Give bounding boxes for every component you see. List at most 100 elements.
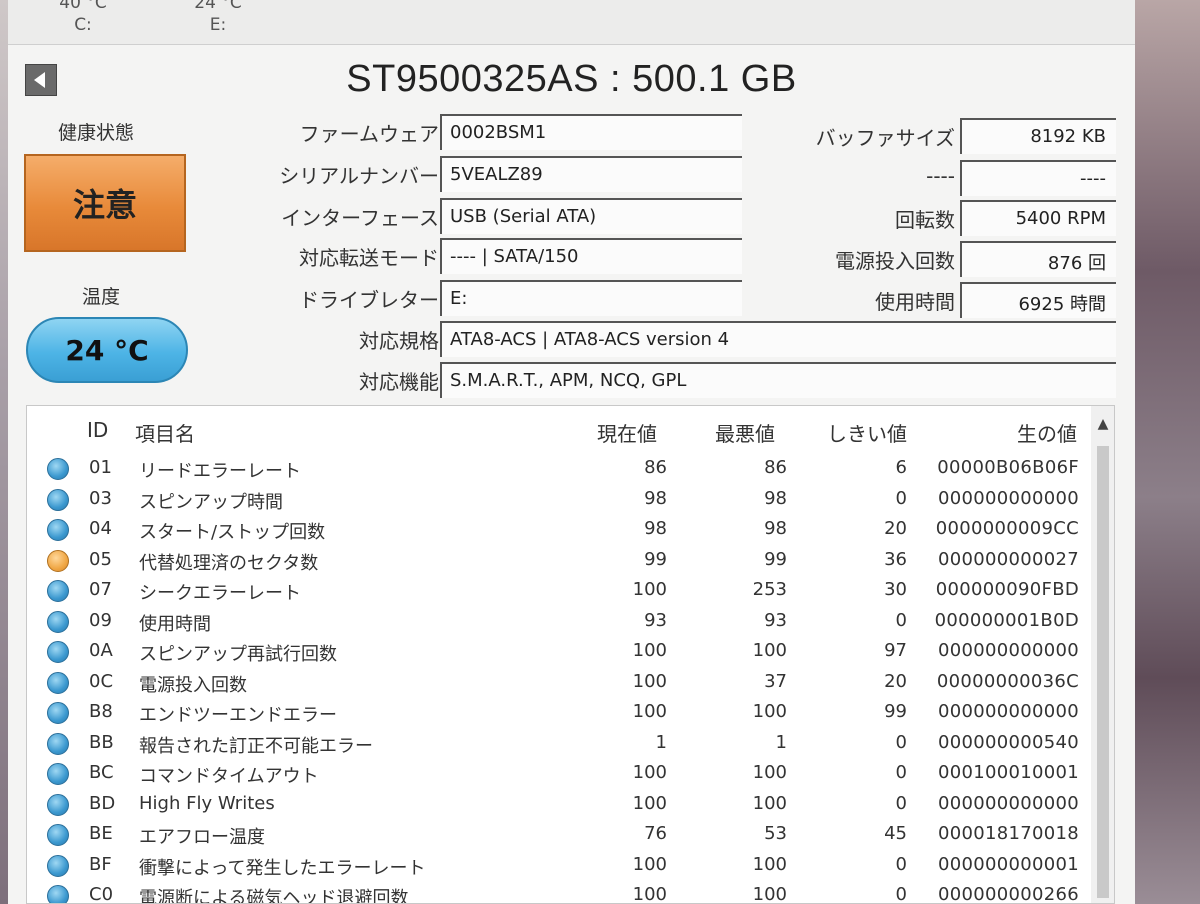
drive-tab-letter: E: [209,15,227,35]
scroll-thumb[interactable] [1097,446,1109,898]
cell-threshold: 0 [895,792,907,814]
cell-name: High Fly Writes [139,792,275,814]
standard-label: 対応規格 [359,329,439,353]
cell-threshold: 0 [895,884,907,904]
cell-name: 電源投入回数 [139,674,247,696]
good-status-icon [47,885,69,903]
health-status-badge[interactable]: 注意 [24,154,186,252]
rotation-rate-label: 回転数 [895,208,955,232]
good-status-icon [47,610,69,633]
cell-raw: 000018170018 [937,823,1079,844]
column-header-name[interactable]: 項目名 [135,418,195,447]
cell-name: スピンアップ時間 [139,491,283,513]
cell-name: 衝撃によって発生したエラーレート [139,857,426,879]
desktop-background-left [0,0,8,904]
cell-raw: 000000000000 [937,701,1079,722]
cell-id: 0A [89,640,113,661]
table-row[interactable]: 0C 電源投入回数 100 37 20 00000000036C [27,666,1089,697]
drive-tab-c[interactable]: 40 °C C: [48,0,118,36]
table-row[interactable]: C0 電源断による磁気ヘッド退避回数 100 100 0 000000000266 [27,879,1089,904]
cell-worst: 86 [764,457,787,478]
firmware-field: 0002BSM1 [440,114,742,150]
cell-threshold: 36 [884,548,907,570]
column-header-raw[interactable]: 生の値 [1017,418,1077,447]
table-row[interactable]: 0A スピンアップ再試行回数 100 100 97 000000000000 [27,635,1089,666]
cell-threshold: 97 [884,640,907,661]
cell-current: 93 [644,609,667,631]
cell-threshold: 30 [884,579,907,600]
good-status-icon [47,671,69,694]
cell-threshold: 0 [895,609,907,631]
cell-id: BF [89,853,112,875]
cell-current: 100 [632,884,667,904]
table-row[interactable]: BE エアフロー温度 76 53 45 000018170018 [27,818,1089,849]
good-status-icon [47,763,69,785]
good-status-icon [47,824,69,846]
drive-tab-e[interactable]: 24 °C E: [183,0,253,36]
cell-current: 100 [632,640,667,661]
table-scrollbar[interactable]: ▲ [1091,406,1114,903]
cell-name: 報告された訂正不可能エラー [139,735,373,757]
column-header-current[interactable]: 現在値 [597,418,657,447]
cell-current: 99 [644,548,667,570]
cell-raw: 000000000001 [937,853,1079,875]
cell-name: コマンドタイムアウト [139,766,319,787]
cell-raw: 0000000009CC [935,518,1079,539]
column-header-id[interactable]: ID [87,418,108,442]
table-row[interactable]: 03 スピンアップ時間 98 98 0 000000000000 [27,483,1089,514]
unknown-label: ---- [926,164,955,188]
good-status-icon [47,854,69,877]
cell-worst: 100 [752,853,787,875]
cell-id: 01 [89,457,112,478]
unknown-field: ---- [960,160,1116,196]
cell-threshold: 99 [884,701,907,722]
table-row[interactable]: 04 スタート/ストップ回数 98 98 20 0000000009CC [27,513,1089,544]
table-row[interactable]: BB 報告された訂正不可能エラー 1 1 0 000000000540 [27,727,1089,758]
temperature-badge[interactable]: 24 °C [26,317,188,383]
cell-id: B8 [89,701,113,722]
buffer-size-label: バッファサイズ [815,126,955,150]
cell-raw: 00000B06B06F [937,457,1079,478]
cell-name: エアフロー温度 [139,827,265,848]
cell-id: BC [89,762,114,783]
column-header-threshold[interactable]: しきい値 [827,418,907,447]
table-row[interactable]: BF 衝撃によって発生したエラーレート 100 100 0 000000000001 [27,849,1089,880]
cell-current: 100 [632,670,667,692]
column-header-worst[interactable]: 最悪値 [715,418,775,447]
drive-letter-field: E: [440,280,742,316]
cell-current: 100 [632,853,667,875]
drive-letter-label: ドライブレター [299,288,439,312]
cell-worst: 37 [764,670,787,692]
table-row[interactable]: BD High Fly Writes 100 100 0 000000000000 [27,788,1089,819]
good-status-icon [47,702,69,724]
table-row[interactable]: BC コマンドタイムアウト 100 100 0 000100010001 [27,757,1089,788]
drive-tab-temp: 40 °C [59,0,107,13]
cell-raw: 000000000000 [937,640,1079,661]
serial-number-field: 5VEALZ89 [440,156,742,192]
cell-current: 86 [644,457,667,478]
table-row[interactable]: 07 シークエラーレート 100 253 30 000000090FBD [27,574,1089,605]
cell-raw: 000000001B0D [934,609,1079,631]
transfer-mode-label: 対応転送モード [299,246,439,270]
drive-tab-strip: 40 °C C: 24 °C E: [8,0,1135,45]
cell-worst: 100 [752,701,787,722]
cell-worst: 100 [752,762,787,783]
good-status-icon [47,458,69,480]
cell-threshold: 0 [895,731,907,753]
cell-threshold: 20 [884,670,907,692]
scroll-up-icon[interactable]: ▲ [1095,416,1111,432]
cell-id: 0C [89,670,114,692]
cell-id: 04 [89,518,112,539]
cell-raw: 000000000000 [937,487,1079,509]
power-on-count-field: 876 回 [960,241,1116,277]
cell-id: BE [89,823,113,844]
table-row[interactable]: 09 使用時間 93 93 0 000000001B0D [27,605,1089,636]
table-row[interactable]: 01 リードエラーレート 86 86 6 00000B06B06F [27,452,1089,483]
cell-worst: 253 [752,579,787,600]
smart-table-header: ID 項目名 現在値 最悪値 しきい値 生の値 [27,406,1114,452]
health-status-label: 健康状態 [58,122,135,144]
temperature-label: 温度 [82,286,121,308]
features-label: 対応機能 [359,370,439,394]
table-row[interactable]: 05 代替処理済のセクタ数 99 99 36 000000000027 [27,544,1089,575]
table-row[interactable]: B8 エンドツーエンドエラー 100 100 99 000000000000 [27,696,1089,727]
